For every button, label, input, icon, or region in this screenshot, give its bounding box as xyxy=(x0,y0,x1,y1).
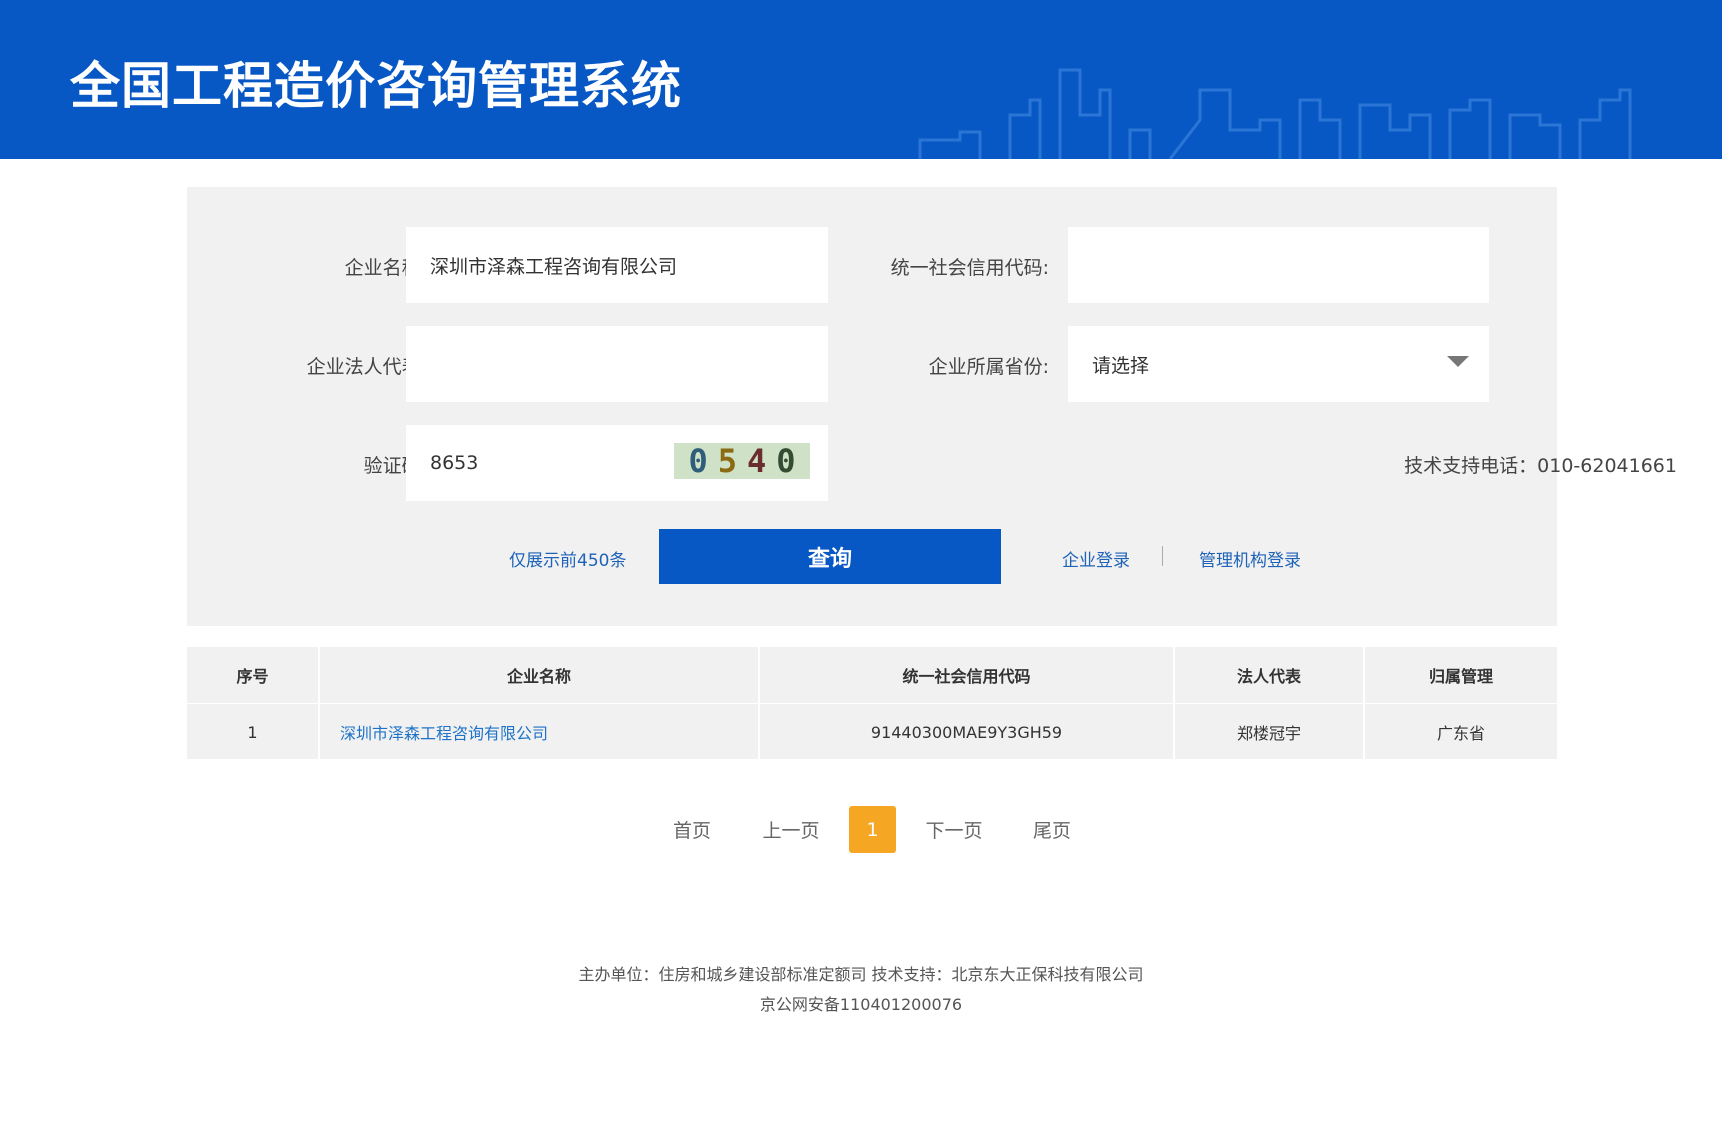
column-header-province: 归属管理 xyxy=(1428,667,1493,686)
chevron-down-icon xyxy=(1447,356,1469,367)
pager-next[interactable]: 下一页 xyxy=(918,806,990,853)
row-index: 1 xyxy=(187,704,320,760)
query-button[interactable]: 查询 xyxy=(659,529,1001,584)
credit-code-label: 统一社会信用代码: xyxy=(890,257,1049,279)
row-province: 广东省 xyxy=(1436,724,1485,743)
site-title: 全国工程造价咨询管理系统 xyxy=(70,57,682,115)
link-divider xyxy=(1162,546,1163,566)
footer-sponsor: 主办单位：住房和城乡建设部标准定额司 技术支持：北京东大正保科技有限公司 xyxy=(578,965,1144,984)
column-header-index: 序号 xyxy=(187,647,320,703)
row-legal-rep: 郑楼冠宇 xyxy=(1175,704,1365,760)
captcha-char: 0 xyxy=(688,442,708,480)
table-row: 1 深圳市泽森工程咨询有限公司 91440300MAE9Y3GH59 郑楼冠宇 … xyxy=(187,703,1557,760)
header-banner: 全国工程造价咨询管理系统 xyxy=(0,0,1722,159)
pager-prev[interactable]: 上一页 xyxy=(756,806,826,853)
legal-rep-input[interactable] xyxy=(406,326,828,402)
captcha-char: 4 xyxy=(747,442,767,480)
support-phone: 技术支持电话：010-62041661 xyxy=(1404,455,1677,477)
credit-code-input[interactable] xyxy=(1068,227,1489,303)
results-table: 序号 企业名称 统一社会信用代码 法人代表 归属管理 1 深圳市泽森工程咨询有限… xyxy=(187,647,1557,760)
column-header-credit-code: 统一社会信用代码 xyxy=(760,647,1175,703)
limit-note-link[interactable]: 仅展示前450条 xyxy=(509,546,626,571)
legal-rep-label: 企业法人代表: xyxy=(306,356,427,378)
row-credit-code: 91440300MAE9Y3GH59 xyxy=(760,704,1175,760)
skyline-decoration xyxy=(918,68,1632,159)
table-header-row: 序号 企业名称 统一社会信用代码 法人代表 归属管理 xyxy=(187,647,1557,703)
company-name-value: 深圳市泽森工程咨询有限公司 xyxy=(430,255,678,278)
pager-current-page[interactable]: 1 xyxy=(849,806,896,853)
footer-icp: 京公网安备110401200076 xyxy=(759,995,963,1014)
company-login-link[interactable]: 企业登录 xyxy=(1062,546,1130,571)
pager-last[interactable]: 尾页 xyxy=(1026,806,1078,853)
pagination: 首页 上一页 1 下一页 尾页 xyxy=(0,806,1722,853)
province-selected-value: 请选择 xyxy=(1092,354,1150,377)
captcha-value: 8653 xyxy=(430,452,479,474)
province-label: 企业所属省份: xyxy=(928,356,1049,378)
row-company-cell: 深圳市泽森工程咨询有限公司 xyxy=(320,704,760,760)
captcha-image[interactable]: 0 5 4 0 xyxy=(674,442,810,480)
agency-login-link[interactable]: 管理机构登录 xyxy=(1199,546,1301,571)
captcha-char: 0 xyxy=(776,442,796,480)
column-header-company: 企业名称 xyxy=(320,647,760,703)
search-panel: 企业名称: 深圳市泽森工程咨询有限公司 统一社会信用代码: 企业法人代表: 企业… xyxy=(187,187,1677,626)
province-select[interactable]: 请选择 xyxy=(1068,326,1489,402)
captcha-label: 验证码: xyxy=(363,455,427,477)
company-name-label: 企业名称: xyxy=(344,257,427,279)
company-name-input[interactable]: 深圳市泽森工程咨询有限公司 xyxy=(406,227,828,303)
captcha-char: 5 xyxy=(717,442,737,480)
captcha-input[interactable]: 8653 0 5 4 0 xyxy=(406,425,828,501)
row-company-link[interactable]: 深圳市泽森工程咨询有限公司 xyxy=(340,720,548,744)
column-header-legal-rep: 法人代表 xyxy=(1175,647,1365,703)
pager-first[interactable]: 首页 xyxy=(666,806,718,853)
